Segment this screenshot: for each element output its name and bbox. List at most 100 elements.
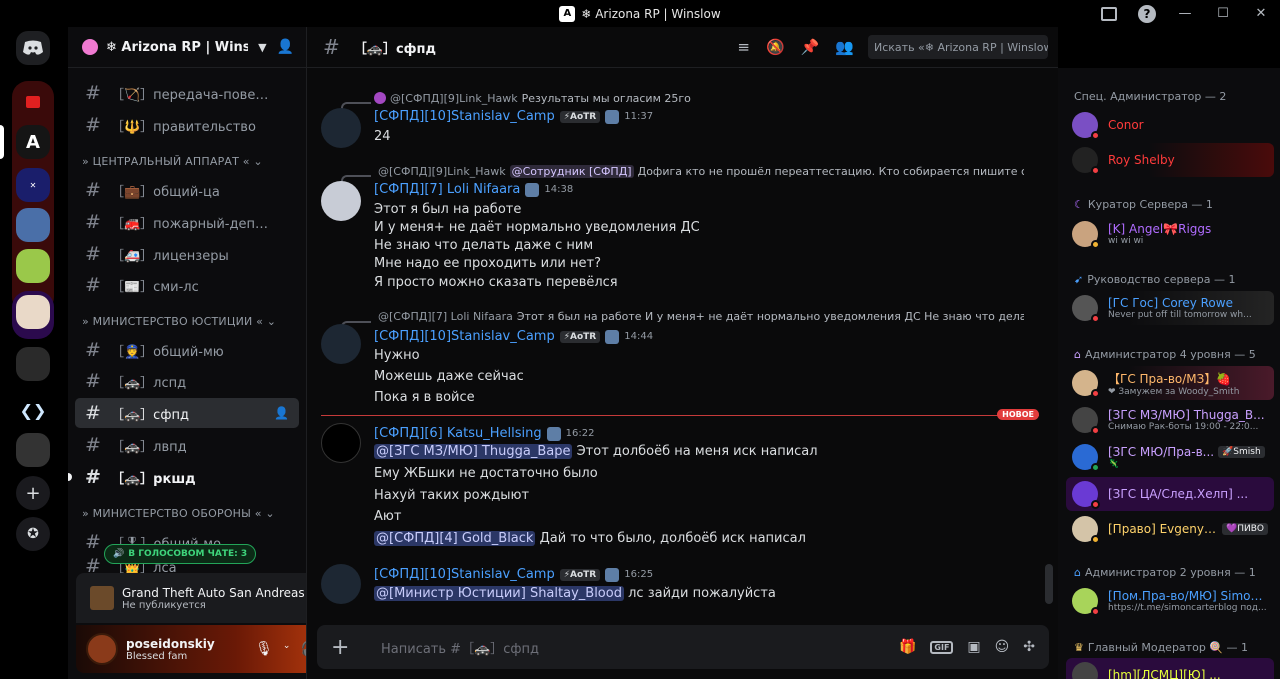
message-author[interactable]: [СФПД][10]Stanislav_Camp <box>374 567 555 582</box>
channel-item[interactable]: # ［🚒］пожарный-департа... <box>75 207 299 237</box>
maximize-button[interactable]: ☐ <box>1204 0 1242 27</box>
member-item[interactable]: [ГС Гос] Corey Rowe Never put off till to… <box>1066 291 1274 325</box>
channel-item-active[interactable]: # ［🚓］сфпд 👤 <box>75 398 299 428</box>
police-role-icon <box>546 426 561 441</box>
reply-preview[interactable]: @[СФПД][7] Loli Nifaara Этот я был на раб… <box>374 308 1024 324</box>
direct-messages-button[interactable] <box>16 31 50 65</box>
message-author[interactable]: [СФПД][6] Katsu_Hellsing <box>374 426 542 441</box>
scrollbar[interactable] <box>1045 564 1053 604</box>
server-tag: ⚡AoTR <box>559 568 601 581</box>
member-item[interactable]: [Пом.Пра-во/МЮ] Simon... https://t.me/sim… <box>1066 584 1274 618</box>
member-text: [hm][ЛСМЦ][Ю] ... <box>1108 668 1221 679</box>
member-item[interactable]: Roy Shelby <box>1066 143 1274 177</box>
mute-icon[interactable]: 🔕 <box>766 38 785 56</box>
voice-chat-indicator[interactable]: 🔊 В ГОЛОСОВОМ ЧАТЕ: 3 <box>104 544 257 564</box>
avatar[interactable] <box>321 324 361 364</box>
reply-author: @[СФПД][9]Link_Hawk <box>390 91 518 105</box>
avatar[interactable] <box>321 181 361 221</box>
channel-item[interactable]: # ［🔱］правительство <box>75 110 299 140</box>
emoji-icon[interactable]: ☺ <box>995 639 1010 655</box>
search-input[interactable]: Искать «❄ Arizona RP | Winslow» ⌕ <box>868 35 1048 59</box>
reply-text: Дофига кто не прошёл переаттестацию. Кто… <box>637 164 1024 178</box>
folder-icon <box>26 96 40 108</box>
threads-icon[interactable]: ≡ <box>737 38 750 56</box>
server-arizona[interactable]: A <box>16 125 50 159</box>
message-author[interactable]: [СФПД][10]Stanislav_Camp <box>374 109 555 124</box>
category-central[interactable]: » ЦЕНТРАЛЬНЫЙ АППАРАТ « ⌄ <box>82 155 263 168</box>
minimize-button[interactable]: — <box>1166 0 1204 27</box>
reply-preview[interactable]: @[СФПД][9]Link_Hawk Результаты мы огласим… <box>374 90 1024 106</box>
message-composer[interactable]: + Написать #［🚓］сфпд 🎁 GIF ▣ ☺ ✣ <box>317 625 1049 669</box>
pin-icon[interactable]: 📌 <box>801 38 820 56</box>
sticker-icon[interactable]: ▣ <box>967 639 980 655</box>
gift-icon[interactable]: 🎁 <box>899 639 916 655</box>
apps-icon[interactable]: ✣ <box>1023 639 1035 655</box>
member-avatar <box>1072 370 1100 398</box>
message-author[interactable]: [СФПД][7] Loli Nifaara <box>374 182 520 197</box>
invite-people-icon[interactable]: 👤 <box>277 39 294 55</box>
member-item[interactable]: [hm][ЛСМЦ][Ю] ... <box>1066 658 1274 679</box>
police-role-icon <box>605 329 620 344</box>
server-6[interactable] <box>16 347 50 381</box>
discover-button[interactable]: ✪ <box>16 517 50 551</box>
inbox-button[interactable] <box>1090 0 1128 27</box>
server-7[interactable]: ❮❯ <box>16 393 50 427</box>
category-justice[interactable]: » МИНИСТЕРСТВО ЮСТИЦИИ « ⌄ <box>82 315 276 328</box>
status-dnd-icon <box>1091 131 1100 140</box>
channel-header: # ［🚓］сфпд ≡ 🔕 📌 👥 Искать «❄ Arizona RP |… <box>307 27 1058 68</box>
member-item[interactable]: [ЗГС МЮ/Пра-в... 🚀Smish 🦎 <box>1066 440 1274 474</box>
member-item[interactable]: [K] Angel🎀Riggs wi wi wi <box>1066 217 1274 251</box>
member-item[interactable]: [ЗГС ЦА/След.Хелп] ... <box>1066 477 1274 511</box>
channel-item[interactable]: # ［🏹］передача-повесток... <box>75 78 299 108</box>
message-author[interactable]: [СФПД][10]Stanislav_Camp <box>374 329 555 344</box>
hash-icon: # <box>85 82 101 104</box>
channel-item[interactable]: # ［🚓］лвпд <box>75 430 299 460</box>
category-defense[interactable]: » МИНИСТЕРСТВО ОБОРОНЫ « ⌄ <box>82 507 275 520</box>
invite-icon[interactable]: 👤 <box>274 406 289 420</box>
add-attachment-icon[interactable]: + <box>331 635 361 660</box>
channel-item[interactable]: # ［🚑］лицензеры <box>75 239 299 269</box>
members-icon[interactable]: 👥 <box>835 38 854 56</box>
member-group-header: ⌂ Администратор 4 уровня — 5 <box>1074 348 1256 361</box>
server-folder-icon[interactable] <box>16 85 50 119</box>
avatar[interactable] <box>321 564 361 604</box>
game-title: Grand Theft Auto San Andreas <box>122 585 305 600</box>
gif-icon[interactable]: GIF <box>930 640 954 654</box>
channel-item[interactable]: # ［📰］сми-лс <box>75 270 299 300</box>
channel-item[interactable]: # ［🚓］лспд <box>75 366 299 396</box>
chevron-down-icon[interactable]: ⌄ <box>283 641 291 657</box>
message-text: 24 <box>374 129 391 144</box>
hash-icon: # <box>85 370 101 392</box>
user-mention[interactable]: @[Министр Юстиции] Shaltay_Blood <box>374 586 624 601</box>
member-text: [ГС Гос] Corey Rowe Never put off till to… <box>1108 296 1252 320</box>
guild-header[interactable]: ❄ Arizona RP | Winsl... ▼ 👤 <box>68 27 306 68</box>
user-mention[interactable]: @[ЗГС МЗ/МЮ] Thugga_Bape <box>374 444 573 459</box>
close-button[interactable]: ✕ <box>1242 0 1280 27</box>
user-mention[interactable]: @[СФПД][4] Gold_Black <box>374 531 536 546</box>
member-item[interactable]: [ЗГС МЗ/МЮ] Thugga_B... Снимаю Рак-боты 1… <box>1066 403 1274 437</box>
user-info[interactable]: poseidonskiy Blessed fam <box>126 637 215 662</box>
avatar[interactable] <box>321 423 361 463</box>
member-item[interactable]: [Право] Evgeny_... 💜ПИВО <box>1066 512 1274 546</box>
add-server-button[interactable]: + <box>16 476 50 510</box>
channel-label: ［🚑］лицензеры <box>111 248 229 264</box>
server-8[interactable] <box>16 433 50 467</box>
help-button[interactable]: ? <box>1128 0 1166 27</box>
channel-item[interactable]: # ［👮］общий-мю <box>75 335 299 365</box>
avatar[interactable] <box>321 108 361 148</box>
member-item[interactable]: 【ГС Пра-во/МЗ】🍓 ❤ Замужем за Woody_Smith <box>1066 366 1274 400</box>
channel-item[interactable]: # ［💼］общий-ца <box>75 175 299 205</box>
channel-item-unread[interactable]: # ［🚓］ркшд <box>68 462 299 492</box>
user-avatar[interactable] <box>86 633 118 665</box>
member-item[interactable]: Conor <box>1066 108 1274 142</box>
server-5[interactable] <box>16 295 50 329</box>
microphone-icon[interactable]: 🎙 <box>255 641 273 657</box>
new-badge: НОВОЕ <box>997 409 1039 420</box>
member-avatar <box>1072 588 1100 616</box>
reply-preview[interactable]: @[СФПД][9]Link_Hawk @Сотрудник [СФПД] Дофи… <box>374 163 1024 179</box>
member-name: Roy Shelby <box>1108 153 1175 167</box>
server-3[interactable] <box>16 208 50 242</box>
server-2[interactable]: ✕ <box>16 168 50 202</box>
server-4[interactable] <box>16 249 50 283</box>
channel-label: ［🚓］лвпд <box>111 439 187 455</box>
